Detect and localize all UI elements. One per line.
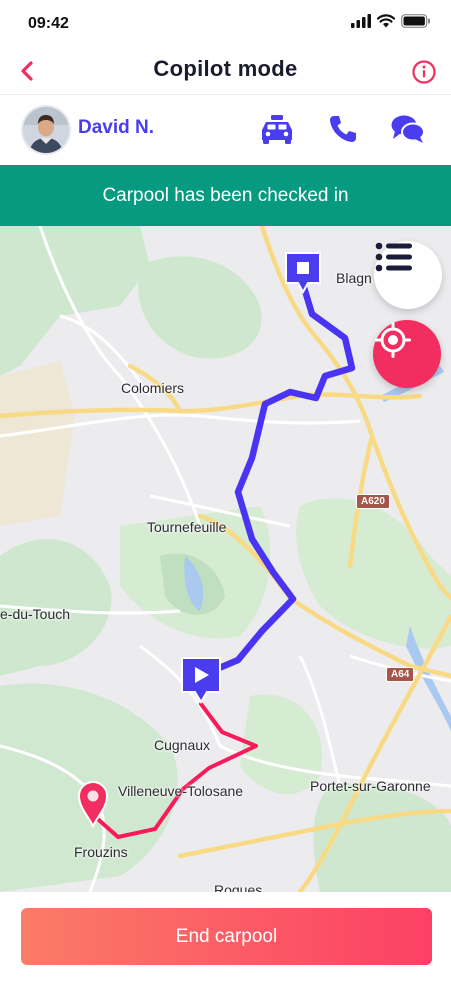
driver-bar: David N. — [0, 95, 451, 165]
wifi-icon — [377, 14, 395, 28]
checkin-banner-text: Carpool has been checked in — [102, 184, 349, 206]
driver-name[interactable]: David N. — [78, 117, 154, 139]
place-label: Blagn — [336, 270, 372, 286]
current-position-marker[interactable] — [180, 656, 222, 706]
place-label: Colomiers — [121, 380, 185, 396]
page-title: Copilot mode — [153, 56, 298, 81]
status-bar: 09:42 — [0, 0, 451, 48]
top-app-bar: Copilot mode — [0, 48, 451, 95]
place-label: e-du-Touch — [0, 606, 71, 622]
phone-icon — [330, 116, 356, 142]
locate-icon — [375, 322, 411, 358]
footer: End carpool — [0, 892, 451, 984]
route-map[interactable]: Blagn Colomiers Tournefeuille e-du-Touch… — [0, 226, 451, 892]
info-icon — [412, 60, 436, 84]
place-label: Cugnaux — [154, 737, 211, 753]
route-list-button[interactable] — [374, 241, 442, 309]
road-shield: A64 — [386, 667, 415, 682]
destination-marker[interactable] — [283, 250, 323, 296]
battery-icon — [401, 14, 430, 28]
avatar[interactable] — [21, 105, 71, 155]
place-label: Roques — [214, 882, 263, 892]
checkin-banner: Carpool has been checked in — [0, 165, 451, 226]
chat-icon — [391, 115, 425, 143]
place-label: Frouzins — [74, 844, 128, 860]
road-shield: A620 — [356, 494, 390, 509]
end-carpool-button[interactable]: End carpool — [21, 908, 432, 965]
origin-pin-icon[interactable] — [76, 778, 110, 828]
place-label: Portet-sur-Garonne — [310, 778, 431, 794]
info-button[interactable] — [407, 55, 441, 89]
place-label: Tournefeuille — [147, 519, 227, 535]
status-time: 09:42 — [28, 15, 69, 32]
signal-icon — [351, 14, 371, 28]
car-icon — [262, 115, 292, 144]
list-icon — [375, 242, 412, 272]
driver-avatar-image — [23, 107, 69, 153]
taxi-button[interactable] — [257, 111, 297, 147]
place-label: Villeneuve-Tolosane — [118, 783, 244, 799]
call-button[interactable] — [323, 111, 363, 147]
recenter-button[interactable] — [373, 320, 441, 388]
message-button[interactable] — [388, 111, 428, 147]
